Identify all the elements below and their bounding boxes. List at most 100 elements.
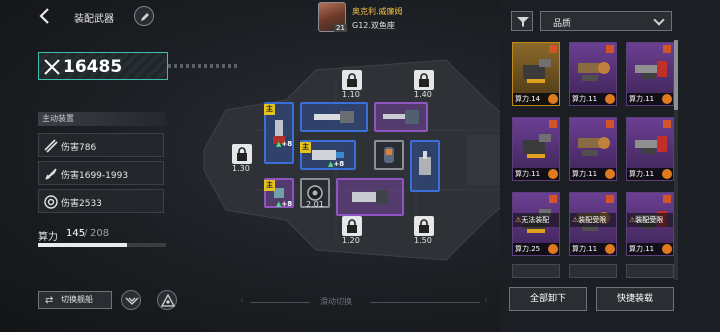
- card-capacity: 算力.11: [629, 170, 655, 178]
- lock-icon[interactable]: [342, 70, 362, 90]
- back-arrow-icon: [39, 8, 49, 24]
- lock-icon[interactable]: [414, 70, 434, 90]
- card-footer: 算力.11: [627, 168, 673, 180]
- config-icon: [662, 169, 672, 179]
- quality-corner-icon: [606, 195, 614, 203]
- slot-purple-3[interactable]: [336, 178, 404, 216]
- main-tag: 主: [300, 142, 311, 153]
- inventory-card[interactable]: ⚠无法装配算力.25: [512, 192, 560, 256]
- inventory-card[interactable]: 算力.11: [626, 42, 674, 106]
- quality-corner-icon: [663, 195, 671, 203]
- slot-main-2[interactable]: [300, 102, 368, 132]
- swipe-line-right: [370, 302, 480, 303]
- inventory-card[interactable]: 算力.11: [569, 42, 617, 106]
- ship-layout: 主 ▲+8 主 ▲+8 主 ▲+8 2.01 1.10 1.40 1.30 1.…: [196, 40, 526, 280]
- filter-button[interactable]: [511, 11, 533, 31]
- weapon-icon: [631, 51, 671, 95]
- capacity-used: 145: [66, 228, 86, 239]
- card-footer: 算力.11: [570, 168, 616, 180]
- triangle-emblem-icon: [161, 294, 175, 307]
- lock-cost-2: 1.40: [414, 90, 432, 99]
- quality-corner-icon: [549, 195, 557, 203]
- stat-row-1: 伤害786: [38, 133, 164, 157]
- rocket-icon: [45, 168, 57, 180]
- card-capacity: 算力.11: [572, 245, 598, 253]
- slot-device[interactable]: [374, 140, 404, 170]
- wings-icon: [125, 297, 139, 305]
- lock-icon[interactable]: [342, 216, 362, 236]
- stat-text-3: 伤害2533: [61, 199, 102, 209]
- inventory-scrollbar[interactable]: [674, 40, 678, 280]
- card-capacity: 算力.25: [515, 245, 541, 253]
- inventory-card-partial[interactable]: [626, 264, 674, 278]
- config-icon: [605, 244, 615, 254]
- card-footer: 算力.11: [627, 243, 673, 255]
- inventory-card[interactable]: ⚠装配受限算力.11: [626, 192, 674, 256]
- card-capacity: 算力.11: [629, 95, 655, 103]
- emblem-button[interactable]: [157, 290, 177, 310]
- power-display: 16485: [38, 52, 168, 80]
- quality-corner-icon: [606, 45, 614, 53]
- quality-corner-icon: [549, 120, 557, 128]
- card-footer: 算力.14: [513, 93, 559, 105]
- slot-blue-4[interactable]: [410, 140, 440, 192]
- missile-icon: [44, 139, 58, 153]
- weapon-icon: [517, 126, 557, 170]
- inventory-card-partial[interactable]: [512, 264, 560, 278]
- swipe-label: 滑动切换: [320, 297, 352, 306]
- capacity-label: 算力: [38, 232, 58, 243]
- slot-value-grey: 2.01: [306, 200, 324, 209]
- config-icon: [548, 94, 558, 104]
- inventory-card[interactable]: 算力.11: [626, 117, 674, 181]
- fleet-button[interactable]: [121, 290, 141, 310]
- capacity-separator: /: [84, 228, 88, 239]
- inventory-card[interactable]: 算力.11: [512, 117, 560, 181]
- card-footer: 算力.25: [513, 243, 559, 255]
- slot-purple-1[interactable]: [374, 102, 428, 132]
- scrollbar-thumb[interactable]: [674, 40, 678, 110]
- stat-text-2: 伤害1699-1993: [61, 171, 129, 181]
- quality-corner-icon: [663, 45, 671, 53]
- lock-icon[interactable]: [232, 144, 252, 164]
- lock-icon[interactable]: [414, 216, 434, 236]
- rename-button[interactable]: [134, 6, 154, 26]
- card-capacity: 算力.11: [572, 170, 598, 178]
- power-value: 16485: [63, 57, 123, 77]
- gear-target-icon: [44, 195, 58, 209]
- quality-corner-icon: [549, 45, 557, 53]
- inventory-card[interactable]: ⚠装配受限 算力.11: [569, 192, 617, 256]
- lock-cost-5: 1.50: [414, 236, 432, 245]
- config-icon: [605, 94, 615, 104]
- plus-value-3: ▲+8: [276, 200, 293, 208]
- inventory-card[interactable]: 算力.14: [512, 42, 560, 106]
- crossed-swords-icon: [44, 59, 60, 75]
- swap-icon: ⇄: [45, 295, 54, 306]
- warn-text: ⚠装配受限: [629, 216, 664, 224]
- warn-text: ⚠无法装配: [515, 216, 550, 224]
- card-footer: 算力.11: [570, 93, 616, 105]
- laser-turret-icon: [314, 111, 354, 123]
- capacity-bar: [38, 243, 166, 247]
- card-footer: 算力.11: [627, 93, 673, 105]
- config-icon: [548, 244, 558, 254]
- config-icon: [662, 94, 672, 104]
- chevron-down-icon: [653, 14, 665, 26]
- quality-corner-icon: [663, 120, 671, 128]
- weapon-icon: [631, 126, 671, 170]
- plus-value-2: ▲+8: [328, 160, 345, 168]
- quality-dropdown[interactable]: 品质: [540, 11, 672, 31]
- quick-equip-button[interactable]: 快捷装载: [596, 287, 674, 311]
- captain-rank: G12.双鱼座: [352, 21, 395, 30]
- inventory-card[interactable]: 算力.11: [569, 117, 617, 181]
- config-icon: [605, 169, 615, 179]
- chevron-left-icon: ‹: [240, 296, 244, 306]
- swipe-line-left: [250, 302, 310, 303]
- pencil-icon: [141, 13, 149, 21]
- inventory-card-partial[interactable]: [569, 264, 617, 278]
- switch-ship-label: 切换舰船: [61, 295, 93, 304]
- unload-all-button[interactable]: 全部卸下: [509, 287, 587, 311]
- quality-corner-icon: [606, 120, 614, 128]
- switch-ship-button[interactable]: ⇄ 切换舰船: [38, 291, 112, 309]
- device-icon: [384, 147, 394, 163]
- back-button[interactable]: [36, 6, 56, 26]
